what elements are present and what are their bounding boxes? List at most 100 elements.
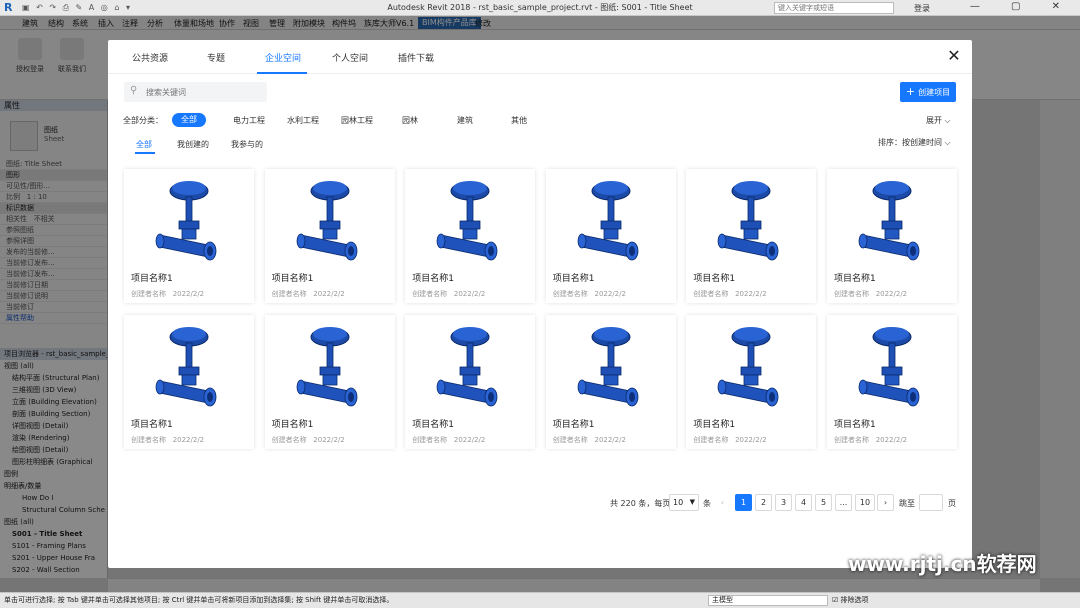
- modal-tabs: 公共资源 专题 企业空间 个人空间 插件下载 ✕: [108, 40, 972, 74]
- created-date: 2022/2/2: [594, 436, 626, 444]
- tab-plugin-download[interactable]: 插件下载: [398, 51, 434, 64]
- sort-label: 排序：按创建时间: [878, 138, 942, 147]
- project-card[interactable]: 项目名称1 创建者名称 2022/2/2: [124, 315, 254, 449]
- project-name: 项目名称1: [834, 274, 876, 284]
- filter-created-by-me[interactable]: 我创建的: [177, 139, 209, 150]
- page-button-3[interactable]: 3: [775, 494, 792, 511]
- tab-public-resources[interactable]: 公共资源: [132, 51, 168, 64]
- prev-page-button[interactable]: ‹: [714, 494, 731, 511]
- category-landscape-eng[interactable]: 园林工程: [341, 115, 373, 126]
- title-bar: R ▣ ↶ ↷ ⎙ ✎ A ◎ ⌂ ▾ Autodesk Revit 2018 …: [0, 0, 1080, 16]
- page-button-4[interactable]: 4: [795, 494, 812, 511]
- exclude-options-label: 排除选项: [840, 596, 869, 604]
- chevron-down-icon: ⌵: [944, 116, 951, 125]
- search-input[interactable]: [146, 84, 261, 100]
- sort-dropdown[interactable]: 排序：按创建时间 ⌵: [878, 137, 951, 148]
- creator-name: 创建者名称: [131, 436, 166, 444]
- model-selector[interactable]: 主模型: [708, 595, 828, 606]
- window-controls[interactable]: — ▢ ✕: [970, 1, 1074, 12]
- project-meta: 创建者名称 2022/2/2: [834, 435, 907, 445]
- filter-active-indicator: [135, 152, 155, 154]
- category-other[interactable]: 其他: [511, 115, 527, 126]
- project-name: 项目名称1: [552, 274, 595, 284]
- next-page-button[interactable]: ›: [877, 494, 894, 511]
- project-card[interactable]: 项目名称1 创建者名称 2022/2/2: [124, 169, 254, 303]
- filter-participated[interactable]: 我参与的: [231, 139, 263, 150]
- project-name: 项目名称1: [693, 420, 736, 430]
- search-icon: ⚲: [130, 85, 138, 96]
- project-card[interactable]: 项目名称1 创建者名称 2022/2/2: [405, 169, 536, 303]
- project-card[interactable]: 项目名称1 创建者名称 2022/2/2: [827, 169, 957, 303]
- category-all[interactable]: 全部: [172, 113, 206, 127]
- valve-model-icon: [577, 327, 639, 407]
- search-box[interactable]: ⚲: [124, 82, 267, 102]
- resource-library-modal: 公共资源 专题 企业空间 个人空间 插件下载 ✕ ⚲ +创建项目 全部分类： 全…: [108, 40, 972, 568]
- page-size-select[interactable]: 10 ▼: [669, 494, 699, 511]
- project-card[interactable]: 项目名称1 创建者名称 2022/2/2: [827, 315, 957, 449]
- jump-page-input[interactable]: [919, 494, 943, 511]
- valve-model-icon: [155, 181, 217, 261]
- project-card[interactable]: 项目名称1 创建者名称 2022/2/2: [545, 315, 676, 449]
- project-name: 项目名称1: [131, 274, 173, 284]
- creator-name: 创建者名称: [693, 290, 729, 298]
- close-icon[interactable]: ✕: [945, 47, 963, 65]
- valve-model-icon: [436, 181, 498, 261]
- creator-name: 创建者名称: [552, 436, 588, 444]
- tab-personal-space[interactable]: 个人空间: [332, 51, 368, 64]
- creator-name: 创建者名称: [552, 290, 588, 298]
- created-date: 2022/2/2: [875, 290, 908, 298]
- help-search-input[interactable]: 键入关键字或短语: [774, 2, 894, 14]
- project-meta: 创建者名称 2022/2/2: [412, 435, 485, 445]
- project-name: 项目名称1: [552, 420, 595, 430]
- project-card[interactable]: 项目名称1 创建者名称 2022/2/2: [686, 315, 817, 449]
- valve-model-icon: [155, 327, 217, 407]
- project-meta: 创建者名称 2022/2/2: [834, 289, 907, 299]
- expand-toggle[interactable]: 展开 ⌵: [926, 115, 951, 126]
- tab-enterprise-space[interactable]: 企业空间: [265, 51, 301, 64]
- page-button-2[interactable]: 2: [755, 494, 772, 511]
- project-meta: 创建者名称 2022/2/2: [272, 435, 345, 445]
- filter-all[interactable]: 全部: [136, 139, 152, 150]
- valve-model-icon: [717, 327, 779, 407]
- created-date: 2022/2/2: [735, 290, 767, 298]
- create-project-button[interactable]: + 创建项目: [900, 82, 956, 102]
- jump-page-unit: 页: [948, 499, 956, 508]
- tab-topics[interactable]: 专题: [207, 51, 225, 64]
- status-bar: 单击可进行选择; 按 Tab 键并单击可选择其他项目; 按 Ctrl 键并单击可…: [0, 592, 1080, 608]
- project-card[interactable]: 项目名称1 创建者名称 2022/2/2: [545, 169, 676, 303]
- created-date: 2022/2/2: [313, 290, 345, 298]
- project-meta: 创建者名称 2022/2/2: [693, 289, 766, 299]
- valve-model-icon: [717, 181, 779, 261]
- project-card[interactable]: 项目名称1 创建者名称 2022/2/2: [686, 169, 817, 303]
- created-date: 2022/2/2: [453, 290, 486, 298]
- project-meta: 创建者名称 2022/2/2: [553, 289, 626, 299]
- category-building[interactable]: 建筑: [457, 115, 473, 126]
- created-date: 2022/2/2: [594, 290, 626, 298]
- valve-model-icon: [858, 181, 920, 261]
- valve-model-icon: [436, 327, 498, 407]
- expand-label: 展开: [926, 116, 942, 125]
- exclude-options-checkbox[interactable]: ☑ 排除选项: [832, 593, 869, 607]
- sign-in-link[interactable]: 登录: [914, 3, 930, 14]
- category-label: 全部分类：: [123, 116, 163, 125]
- page-button-1[interactable]: 1: [735, 494, 752, 511]
- page-button-10[interactable]: 10: [855, 494, 875, 511]
- valve-model-icon: [577, 181, 639, 261]
- project-card[interactable]: 项目名称1 创建者名称 2022/2/2: [264, 169, 395, 303]
- creator-name: 创建者名称: [412, 290, 448, 298]
- project-name: 项目名称1: [131, 420, 173, 430]
- chevron-down-icon: ⌵: [944, 138, 951, 147]
- category-water[interactable]: 水利工程: [287, 115, 319, 126]
- page-size-unit: 条: [703, 499, 711, 508]
- page-button-5[interactable]: 5: [815, 494, 832, 511]
- category-power[interactable]: 电力工程: [233, 115, 265, 126]
- category-landscape[interactable]: 园林: [402, 115, 418, 126]
- project-card[interactable]: 项目名称1 创建者名称 2022/2/2: [264, 315, 395, 449]
- valve-model-icon: [296, 327, 357, 407]
- page-ellipsis[interactable]: ...: [835, 494, 852, 511]
- creator-name: 创建者名称: [834, 290, 869, 298]
- created-date: 2022/2/2: [875, 436, 908, 444]
- project-meta: 创建者名称 2022/2/2: [272, 289, 345, 299]
- project-card[interactable]: 项目名称1 创建者名称 2022/2/2: [405, 315, 536, 449]
- created-date: 2022/2/2: [172, 290, 205, 298]
